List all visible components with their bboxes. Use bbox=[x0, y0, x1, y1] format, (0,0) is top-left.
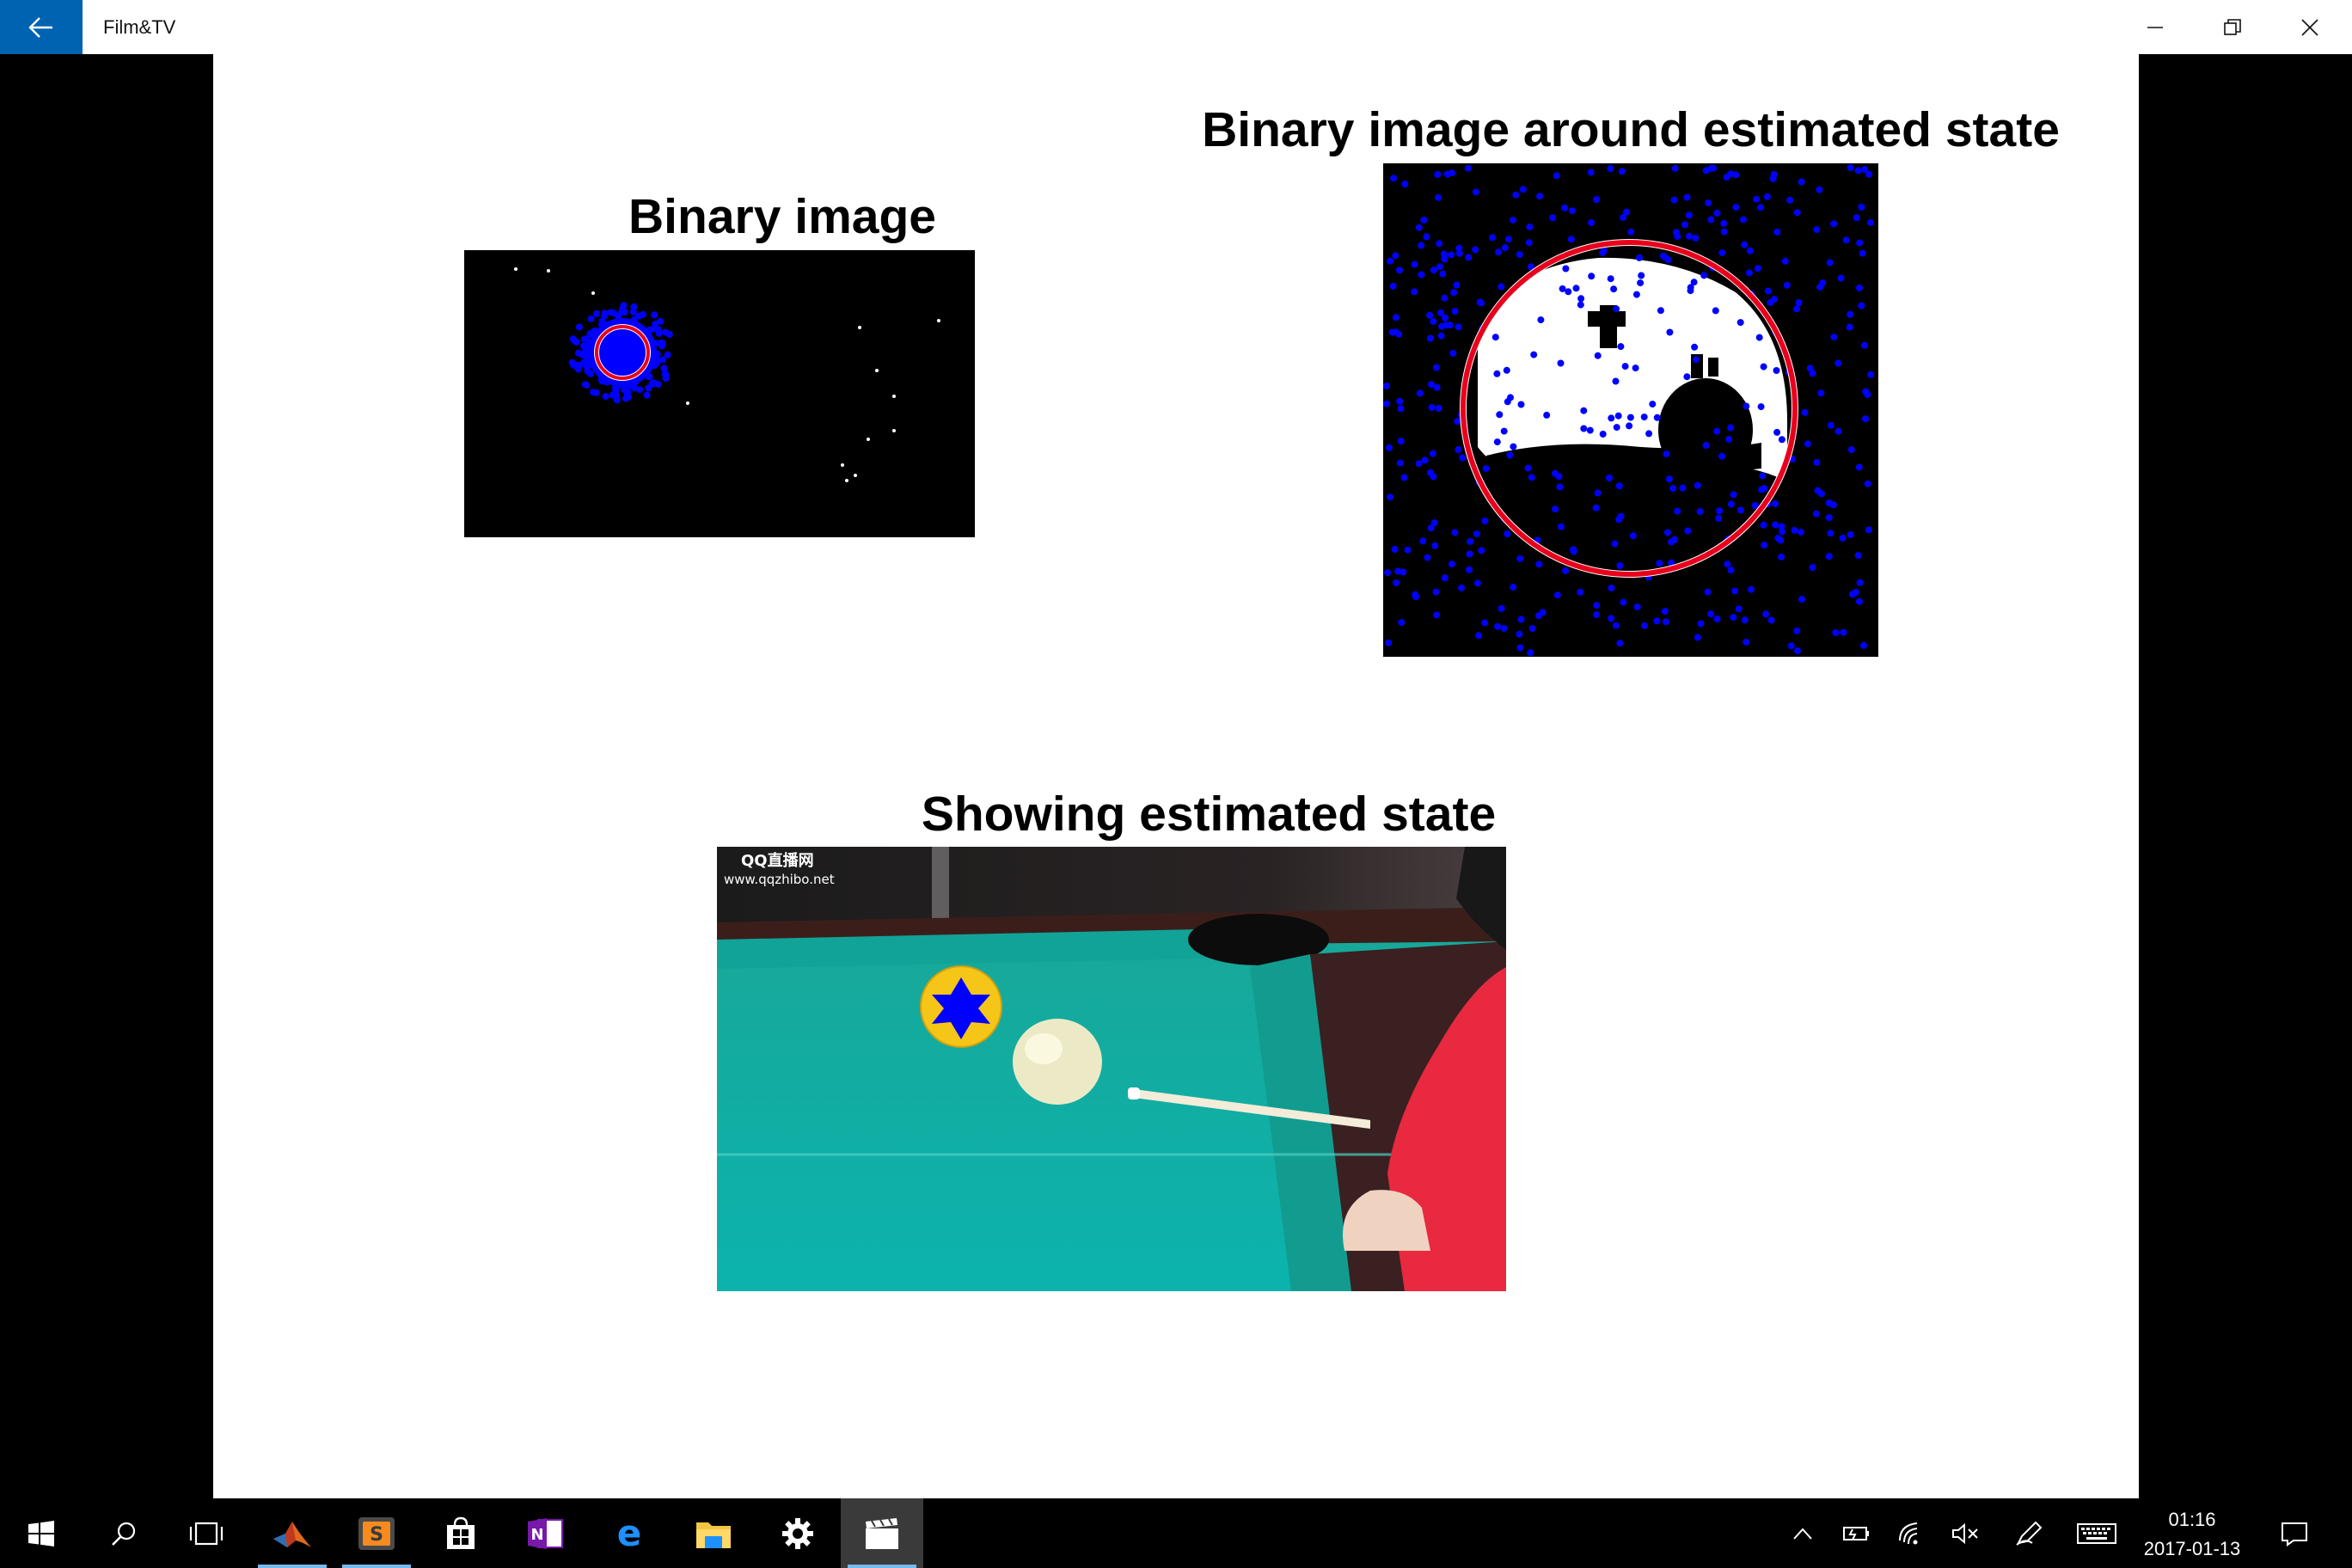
taskbar-edge[interactable]: e bbox=[588, 1498, 671, 1568]
settings-icon bbox=[782, 1517, 813, 1549]
taskbar-film-tv[interactable] bbox=[841, 1498, 923, 1568]
keyboard-icon bbox=[2077, 1522, 2116, 1544]
taskbar-settings[interactable] bbox=[756, 1498, 839, 1568]
close-icon bbox=[2301, 18, 2318, 36]
running-indicator bbox=[258, 1565, 327, 1568]
window-title: Film&TV bbox=[103, 16, 176, 38]
svg-text:S: S bbox=[370, 1524, 383, 1546]
svg-text:N: N bbox=[530, 1526, 543, 1544]
task-view-button[interactable] bbox=[165, 1498, 248, 1568]
close-button[interactable] bbox=[2271, 0, 2349, 54]
store-icon bbox=[447, 1516, 475, 1549]
volume-button[interactable] bbox=[1941, 1498, 1991, 1568]
taskbar-store[interactable] bbox=[420, 1498, 502, 1568]
restore-button[interactable] bbox=[2194, 0, 2271, 54]
taskbar-matlab[interactable] bbox=[251, 1498, 334, 1568]
taskbar-sublime[interactable]: S bbox=[335, 1498, 418, 1568]
taskbar-clock[interactable]: 01:16 2017-01-13 bbox=[2132, 1498, 2252, 1568]
running-indicator bbox=[848, 1565, 916, 1568]
file-explorer-icon bbox=[696, 1522, 731, 1548]
panel-title-binary-around-state: Binary image around estimated state bbox=[1202, 102, 2060, 157]
video-player[interactable]: Binary image Binary image around estimat… bbox=[0, 54, 2352, 1498]
title-bar: Film&TV bbox=[0, 0, 2352, 54]
binary-image-panel bbox=[464, 250, 975, 537]
pen-icon bbox=[2016, 1521, 2043, 1546]
network-button[interactable] bbox=[1888, 1498, 1938, 1568]
film-tv-icon bbox=[866, 1517, 898, 1549]
minimize-icon bbox=[2147, 26, 2163, 28]
edge-icon: e bbox=[617, 1516, 642, 1551]
watermark-url: www.qqzhibo.net bbox=[724, 872, 835, 887]
wifi-icon bbox=[1899, 1522, 1918, 1544]
minimize-button[interactable] bbox=[2116, 0, 2194, 54]
svg-text:e: e bbox=[617, 1516, 642, 1551]
touch-keyboard-button[interactable] bbox=[2072, 1498, 2122, 1568]
taskbar: S N e 01:16 2017-01-13 bbox=[0, 1498, 2352, 1568]
back-button[interactable] bbox=[0, 0, 83, 54]
show-hidden-icons-button[interactable] bbox=[1778, 1498, 1828, 1568]
panel-title-showing-state: Showing estimated state bbox=[921, 787, 1497, 842]
back-arrow-icon bbox=[28, 16, 52, 38]
volume-muted-icon bbox=[1952, 1522, 1978, 1544]
battery-icon bbox=[1843, 1526, 1869, 1540]
video-frame: Binary image Binary image around estimat… bbox=[213, 54, 2139, 1498]
running-indicator bbox=[342, 1565, 411, 1568]
windows-ink-button[interactable] bbox=[2005, 1498, 2055, 1568]
notification-icon bbox=[2282, 1522, 2307, 1547]
action-center-button[interactable] bbox=[2269, 1498, 2319, 1568]
taskbar-onenote[interactable]: N bbox=[504, 1498, 586, 1568]
binary-image-around-state-panel bbox=[1383, 163, 1878, 657]
onenote-icon: N bbox=[528, 1517, 563, 1549]
sublime-text-icon: S bbox=[358, 1516, 395, 1550]
panel-title-binary-image: Binary image bbox=[628, 189, 936, 244]
task-view-icon bbox=[189, 1522, 224, 1545]
watermark-logo: QQ直播网 bbox=[741, 851, 814, 870]
clock-date: 2017-01-13 bbox=[2143, 1538, 2241, 1559]
windows-start-icon bbox=[28, 1520, 54, 1547]
matlab-icon bbox=[273, 1521, 311, 1547]
pool-table-frame-panel: QQ直播网 www.qqzhibo.net bbox=[717, 847, 1506, 1291]
start-button[interactable] bbox=[0, 1498, 83, 1568]
taskbar-file-explorer[interactable] bbox=[672, 1498, 755, 1568]
chevron-up-icon bbox=[1793, 1528, 1812, 1540]
search-button[interactable] bbox=[83, 1498, 165, 1568]
clock-time: 01:16 bbox=[2168, 1509, 2216, 1530]
battery-button[interactable] bbox=[1831, 1498, 1881, 1568]
restore-icon bbox=[2224, 18, 2241, 35]
search-icon bbox=[112, 1522, 136, 1546]
